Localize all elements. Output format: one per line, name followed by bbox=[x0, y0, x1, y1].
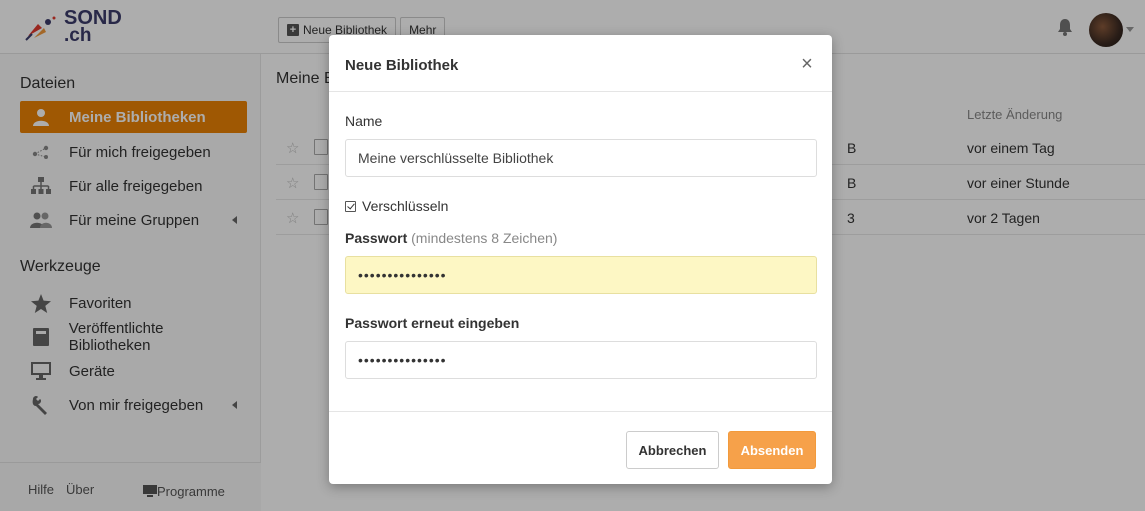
library-name-value: Meine verschlüsselte Bibliothek bbox=[358, 150, 554, 166]
encrypt-label: Verschlüsseln bbox=[362, 198, 449, 214]
repeat-password-mask: ••••••••••••••• bbox=[358, 352, 447, 368]
password-mask: ••••••••••••••• bbox=[358, 267, 447, 283]
password-hint: (mindestens 8 Zeichen) bbox=[411, 230, 558, 246]
cancel-button[interactable]: Abbrechen bbox=[626, 431, 719, 469]
name-label: Name bbox=[345, 113, 383, 129]
password-input[interactable]: ••••••••••••••• bbox=[345, 256, 817, 294]
encrypt-checkbox-row[interactable]: Verschlüsseln bbox=[345, 198, 448, 214]
repeat-password-input[interactable]: ••••••••••••••• bbox=[345, 341, 817, 379]
password-label-text: Passwort bbox=[345, 230, 408, 246]
library-name-input[interactable]: Meine verschlüsselte Bibliothek bbox=[345, 139, 817, 177]
repeat-password-label: Passwort erneut eingeben bbox=[345, 315, 520, 331]
dialog-header: Neue Bibliothek × bbox=[329, 35, 832, 92]
new-library-dialog: Neue Bibliothek × Name Meine verschlüsse… bbox=[329, 35, 832, 484]
encrypt-checkbox[interactable] bbox=[345, 200, 356, 212]
dialog-title: Neue Bibliothek bbox=[345, 57, 459, 74]
password-label: Passwort (mindestens 8 Zeichen) bbox=[345, 230, 557, 246]
dialog-footer: Abbrechen Absenden bbox=[329, 411, 832, 484]
close-icon[interactable]: × bbox=[799, 54, 815, 74]
submit-button[interactable]: Absenden bbox=[728, 431, 816, 469]
